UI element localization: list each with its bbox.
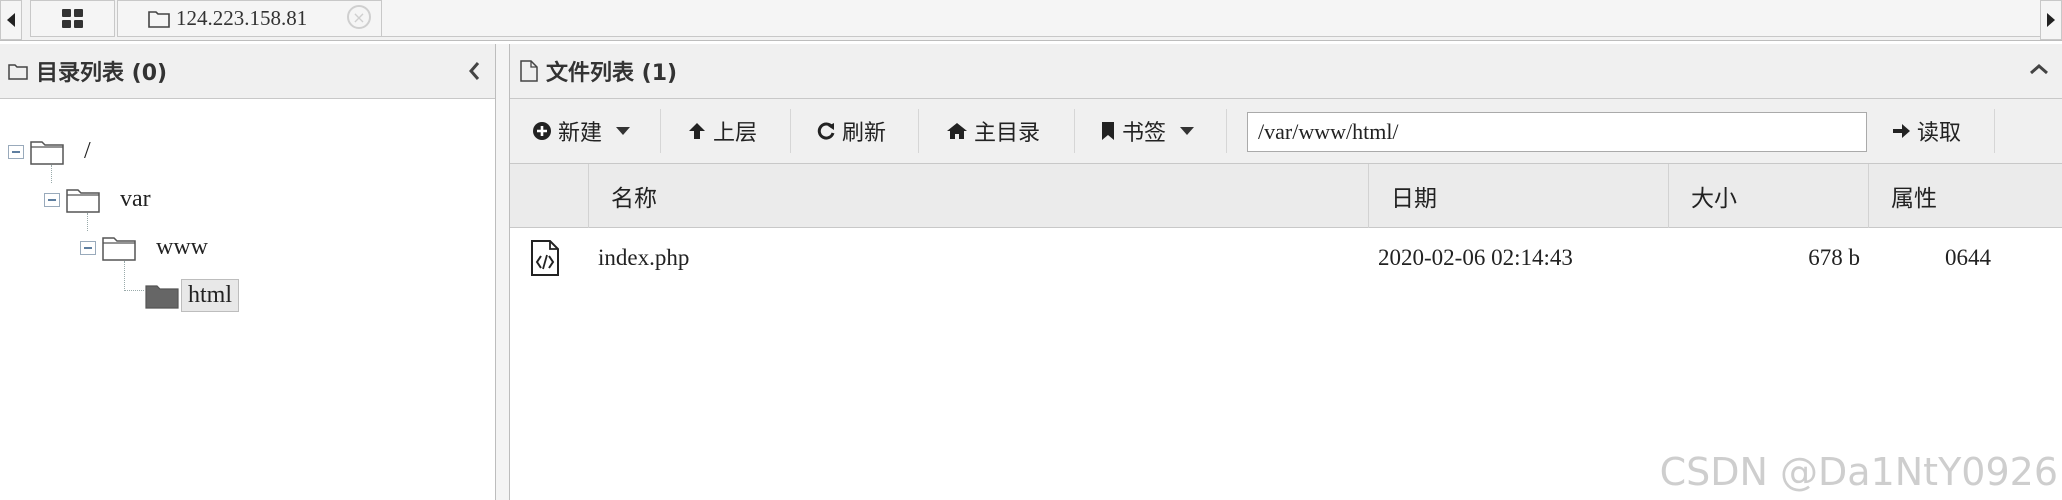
refresh-icon <box>816 121 836 141</box>
tree-node-label: / <box>84 138 91 164</box>
table-row[interactable]: index.php 2020-02-06 02:14:43 678 b 0644 <box>510 229 2062 287</box>
folder-icon <box>148 10 170 28</box>
directory-panel-header: 目录列表 (0) <box>0 44 495 99</box>
toolbar-separator <box>1226 109 1227 153</box>
tree-node-www[interactable]: www <box>80 232 214 263</box>
tree-node-var[interactable]: var <box>44 184 157 215</box>
column-header-perm[interactable]: 属性 <box>1868 164 2062 228</box>
tree-connector <box>51 165 52 183</box>
column-header-date[interactable]: 日期 <box>1368 164 1668 228</box>
home-dir-button-label: 主目录 <box>974 121 1041 146</box>
folder-open-icon <box>102 236 136 261</box>
tab-home[interactable] <box>30 0 115 37</box>
file-perm-cell: 0644 <box>1945 245 1991 270</box>
tree-connector <box>124 261 125 291</box>
folder-open-icon <box>66 188 100 213</box>
folder-icon <box>8 63 28 80</box>
arrow-left-icon <box>7 13 15 27</box>
chevron-left-icon[interactable] <box>467 60 481 82</box>
file-date-cell: 2020-02-06 02:14:43 <box>1378 245 1573 270</box>
tree-node-label: www <box>156 234 208 260</box>
up-button[interactable]: 上层 <box>687 113 757 149</box>
folder-open-icon <box>30 140 64 165</box>
folder-filled-icon <box>145 284 179 309</box>
tree-connector <box>87 213 88 231</box>
tree-node-html[interactable]: html <box>145 279 240 312</box>
read-button[interactable]: 读取 <box>1891 113 1961 149</box>
column-header-label: 名称 <box>611 186 657 212</box>
close-tab-icon[interactable]: × <box>347 5 371 29</box>
tab-scroll-left-button[interactable] <box>0 0 22 40</box>
tree-node-label: html <box>181 279 240 312</box>
chevron-up-icon[interactable] <box>2028 62 2050 76</box>
tab-bar-fill <box>382 0 2040 37</box>
new-button[interactable]: 新建 <box>532 113 631 149</box>
file-toolbar: 新建 上层 刷新 主目录 书签 /var/www/html/ 读取 <box>510 99 2062 164</box>
read-button-label: 读取 <box>1917 121 1962 146</box>
column-header-label: 属性 <box>1891 186 1937 212</box>
tree-connector <box>124 290 144 291</box>
caret-down-icon <box>1180 127 1195 135</box>
path-input[interactable] <box>1247 112 1867 152</box>
collapse-toggle-icon[interactable] <box>8 144 24 159</box>
column-header-label: 日期 <box>1391 186 1437 212</box>
toolbar-separator <box>790 109 791 153</box>
column-header-size[interactable]: 大小 <box>1668 164 1868 228</box>
tree-node-label: var <box>120 186 151 212</box>
refresh-button-label: 刷新 <box>842 121 887 146</box>
bookmark-button-label: 书签 <box>1122 121 1167 146</box>
home-icon <box>946 121 968 141</box>
panel-splitter[interactable] <box>496 44 510 500</box>
directory-tree: / var www html <box>0 99 495 499</box>
bookmark-icon <box>1100 121 1116 141</box>
plus-circle-icon <box>532 121 552 141</box>
up-button-label: 上层 <box>713 121 758 146</box>
file-type-cell <box>530 229 570 287</box>
file-table-header: 名称 日期 大小 属性 <box>510 164 2062 228</box>
new-button-label: 新建 <box>558 121 603 146</box>
arrow-up-icon <box>687 121 707 141</box>
directory-panel: 目录列表 (0) / var www html <box>0 44 496 500</box>
file-size-cell: 678 b <box>1808 245 1860 270</box>
file-panel: 文件列表 (1) 新建 上层 刷新 主目录 书签 /var/www/html/ … <box>510 44 2062 500</box>
tab-scroll-right-button[interactable] <box>2040 0 2062 40</box>
file-icon <box>520 60 538 82</box>
home-dir-button[interactable]: 主目录 <box>946 113 1040 149</box>
toolbar-separator <box>660 109 661 153</box>
file-panel-title: 文件列表 (1) <box>546 61 678 86</box>
column-header-label: 大小 <box>1691 186 1737 212</box>
tree-node-root[interactable]: / <box>8 136 97 167</box>
code-file-icon <box>531 240 559 276</box>
toolbar-separator <box>918 109 919 153</box>
tab-server-label: 124.223.158.81 <box>176 6 308 30</box>
arrow-right-icon <box>1891 121 1911 141</box>
collapse-toggle-icon[interactable] <box>80 240 96 255</box>
toolbar-separator <box>1994 109 1995 153</box>
file-panel-header: 文件列表 (1) <box>510 44 2062 99</box>
file-name-cell[interactable]: index.php <box>598 229 689 287</box>
tab-server[interactable]: 124.223.158.81 × <box>117 0 382 37</box>
tab-bar: 124.223.158.81 × <box>0 0 2062 41</box>
refresh-button[interactable]: 刷新 <box>816 113 886 149</box>
grid-icon <box>61 8 83 28</box>
watermark-text: CSDN @Da1NtY0926 <box>1659 450 2058 494</box>
bookmark-button[interactable]: 书签 <box>1100 113 1195 149</box>
toolbar-separator <box>1074 109 1075 153</box>
column-header-name[interactable]: 名称 <box>588 164 1368 228</box>
collapse-toggle-icon[interactable] <box>44 192 60 207</box>
caret-down-icon <box>616 127 631 135</box>
arrow-right-icon <box>2047 13 2055 27</box>
directory-panel-title: 目录列表 (0) <box>36 61 168 86</box>
